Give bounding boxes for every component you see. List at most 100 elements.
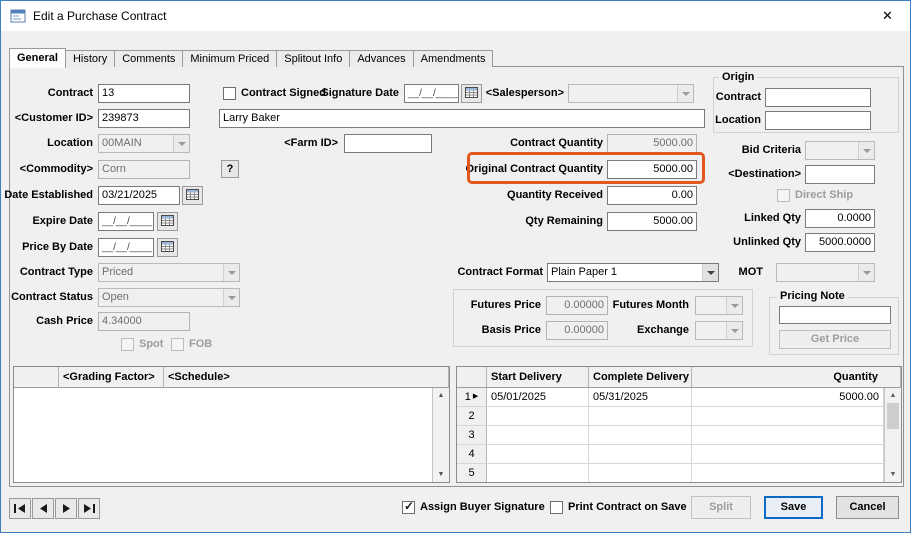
contract-signed-checkbox[interactable] <box>223 87 236 100</box>
mot-combobox <box>776 263 875 282</box>
start-delivery-cell[interactable] <box>487 445 589 463</box>
quantity-cell[interactable]: 5000.00 <box>692 388 884 406</box>
commodity-help-button[interactable]: ? <box>221 160 239 178</box>
nav-first-button[interactable] <box>9 498 31 519</box>
contract-input[interactable]: 13 <box>98 84 190 103</box>
close-button[interactable]: ✕ <box>865 1 910 31</box>
unlinked-qty-input[interactable]: 5000.0000 <box>805 233 875 252</box>
tab-amendments[interactable]: Amendments <box>412 50 494 67</box>
scroll-down-icon[interactable]: ▼ <box>433 467 449 482</box>
nav-previous-button[interactable] <box>32 498 54 519</box>
row-header[interactable]: 2 <box>457 407 487 425</box>
complete-delivery-cell[interactable] <box>589 464 692 482</box>
quantity-cell[interactable] <box>692 464 884 482</box>
date-established-input[interactable]: 03/21/2025 <box>98 186 180 205</box>
delivery-row[interactable]: 1 ▶ 05/01/2025 05/31/2025 5000.00 <box>457 388 884 407</box>
tab-general[interactable]: General <box>9 48 66 68</box>
complete-delivery-cell[interactable] <box>589 445 692 463</box>
scroll-track[interactable] <box>433 403 449 467</box>
grading-grid-scrollbar[interactable]: ▲ ▼ <box>432 388 449 482</box>
contract-type-value: Priced <box>102 266 134 278</box>
row-header[interactable]: 4 <box>457 445 487 463</box>
quantity-cell[interactable] <box>692 445 884 463</box>
edit-purchase-contract-window: Edit a Purchase Contract ✕ General Histo… <box>0 0 911 533</box>
delivery-header-start[interactable]: Start Delivery <box>487 367 589 387</box>
contract-type-label: Contract Type <box>19 266 93 278</box>
save-button[interactable]: Save <box>764 496 823 519</box>
cancel-button[interactable]: Cancel <box>836 496 899 519</box>
split-button: Split <box>691 496 751 519</box>
signature-date-input[interactable]: __/__/____ <box>404 84 459 103</box>
contract-label: Contract <box>47 87 93 99</box>
customer-id-input[interactable]: 239873 <box>98 109 190 128</box>
origin-location-input[interactable] <box>765 111 871 130</box>
assign-buyer-signature-checkbox[interactable]: ✓ <box>402 499 415 514</box>
complete-delivery-cell[interactable] <box>589 407 692 425</box>
app-icon <box>10 8 26 24</box>
delivery-grid[interactable]: Start Delivery Complete Delivery Quantit… <box>456 366 902 483</box>
tab-comments[interactable]: Comments <box>114 50 184 67</box>
quantity-received-input[interactable]: 0.00 <box>607 186 697 205</box>
delivery-row[interactable]: 4 <box>457 445 884 464</box>
row-number: 4 <box>468 448 475 460</box>
customer-name-input[interactable]: Larry Baker <box>219 109 705 128</box>
print-contract-on-save-checkbox[interactable] <box>550 501 563 514</box>
origin-contract-input[interactable] <box>765 88 871 107</box>
scroll-thumb[interactable] <box>887 403 899 429</box>
delivery-header-complete[interactable]: Complete Delivery <box>589 367 692 387</box>
contract-type-combobox: Priced <box>98 263 240 282</box>
quantity-cell[interactable] <box>692 426 884 444</box>
nav-next-icon <box>62 500 71 518</box>
tab-advances[interactable]: Advances <box>349 50 414 67</box>
contract-format-combobox[interactable]: Plain Paper 1 <box>547 263 719 282</box>
row-header[interactable]: 5 <box>457 464 487 482</box>
tab-history[interactable]: History <box>64 50 116 67</box>
complete-delivery-cell[interactable] <box>589 426 692 444</box>
delivery-grid-scrollbar[interactable]: ▲ ▼ <box>884 388 901 482</box>
expire-date-input[interactable]: __/__/____ <box>98 212 154 231</box>
qty-remaining-input[interactable]: 5000.00 <box>607 212 697 231</box>
linked-qty-input[interactable]: 0.0000 <box>805 209 875 228</box>
start-delivery-cell[interactable] <box>487 464 589 482</box>
delivery-row[interactable]: 5 <box>457 464 884 482</box>
contract-format-value: Plain Paper 1 <box>551 266 618 278</box>
grading-grid-body[interactable] <box>14 388 449 482</box>
date-established-calendar-button[interactable] <box>182 186 203 205</box>
quantity-cell[interactable] <box>692 407 884 425</box>
grading-grid[interactable]: <Grading Factor> <Schedule> ▲ ▼ <box>13 366 450 483</box>
scroll-up-icon[interactable]: ▲ <box>433 388 449 403</box>
row-header[interactable]: 3 <box>457 426 487 444</box>
start-delivery-cell[interactable] <box>487 407 589 425</box>
price-by-date-input[interactable]: __/__/____ <box>98 238 154 257</box>
assign-buyer-signature-label: Assign Buyer Signature <box>420 501 545 513</box>
title-bar: Edit a Purchase Contract ✕ <box>1 1 910 31</box>
complete-delivery-cell[interactable]: 05/31/2025 <box>589 388 692 406</box>
grading-header-factor[interactable]: <Grading Factor> <box>59 367 164 387</box>
origin-group-label: Origin <box>719 71 758 83</box>
delivery-row[interactable]: 3 <box>457 426 884 445</box>
start-delivery-cell[interactable]: 05/01/2025 <box>487 388 589 406</box>
scroll-up-icon[interactable]: ▲ <box>885 388 901 403</box>
start-delivery-cell[interactable] <box>487 426 589 444</box>
original-contract-quantity-input[interactable]: 5000.00 <box>607 160 697 179</box>
delivery-grid-header: Start Delivery Complete Delivery Quantit… <box>457 367 901 388</box>
price-by-date-calendar-button[interactable] <box>157 238 178 257</box>
get-price-button: Get Price <box>779 330 891 349</box>
grading-header-schedule[interactable]: <Schedule> <box>164 367 449 387</box>
spot-checkbox <box>121 338 134 351</box>
farm-id-input[interactable] <box>344 134 432 153</box>
delivery-row[interactable]: 2 <box>457 407 884 426</box>
delivery-header-quantity[interactable]: Quantity <box>692 367 901 387</box>
tab-minimum-priced[interactable]: Minimum Priced <box>182 50 278 67</box>
row-header[interactable]: 1 ▶ <box>457 388 487 406</box>
cash-price-label: Cash Price <box>36 315 93 327</box>
pricing-note-input[interactable] <box>779 306 891 324</box>
nav-last-icon <box>83 500 95 518</box>
nav-last-button[interactable] <box>78 498 100 519</box>
scroll-track[interactable] <box>885 429 901 467</box>
scroll-down-icon[interactable]: ▼ <box>885 467 901 482</box>
destination-input[interactable] <box>805 165 875 184</box>
expire-date-calendar-button[interactable] <box>157 212 178 231</box>
nav-next-button[interactable] <box>55 498 77 519</box>
tab-splitout-info[interactable]: Splitout Info <box>276 50 351 67</box>
